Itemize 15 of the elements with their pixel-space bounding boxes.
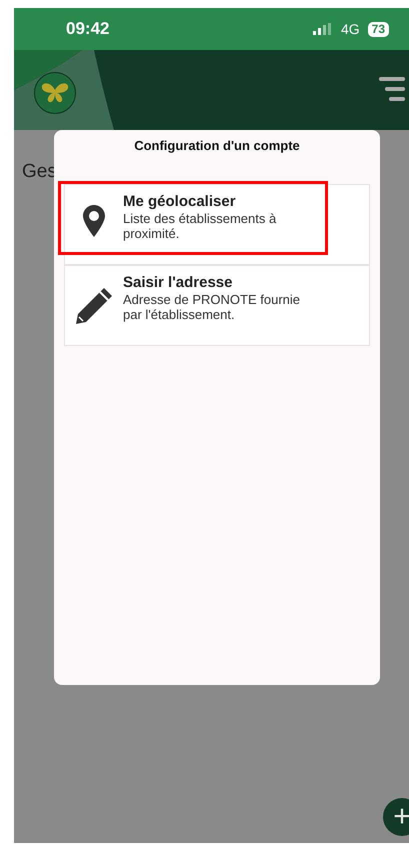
signal-icon	[312, 23, 333, 35]
add-button[interactable]: +	[383, 798, 409, 836]
dialog-title: Configuration d'un compte	[133, 137, 301, 155]
option-title: Saisir l'adresse	[123, 274, 234, 292]
butterfly-icon	[41, 82, 69, 104]
menu-icon[interactable]	[379, 77, 405, 101]
option-description: Liste des établissements à proximité.	[123, 210, 278, 240]
pin-icon	[83, 204, 105, 236]
pencil-icon	[74, 286, 114, 326]
network-label: 4G	[340, 20, 360, 38]
battery-level: 73	[368, 22, 389, 36]
option-description: Adresse de PRONOTE fournie par l'établissement.	[123, 292, 302, 322]
status-time: 09:42	[66, 18, 110, 40]
option-card[interactable]: Saisir l'adresse Adresse de PRONOTE fournie par l'établissement.	[64, 264, 370, 346]
option-title: Me géolocaliser	[123, 192, 237, 210]
